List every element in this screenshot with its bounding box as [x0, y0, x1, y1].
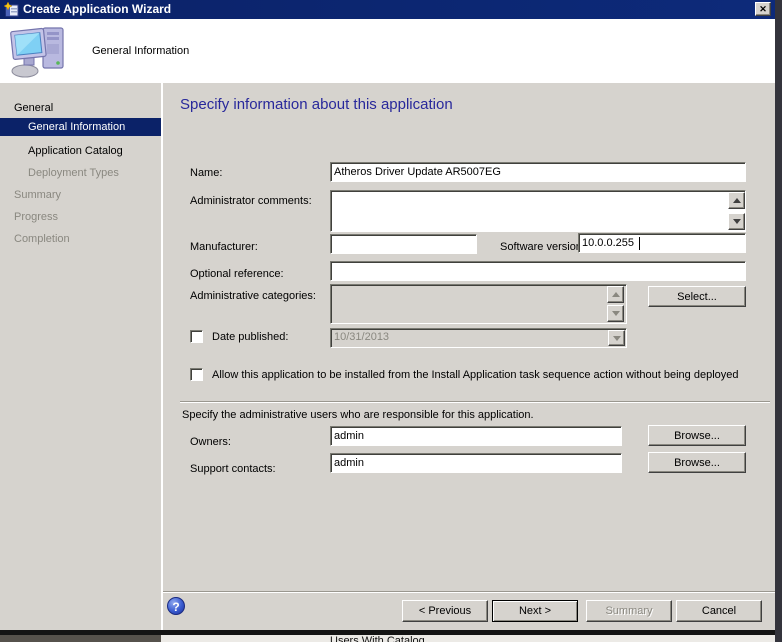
- chevron-down-icon: [608, 330, 625, 346]
- background-window-strip: Users With Catalog: [0, 635, 775, 642]
- summary-button: Summary: [586, 600, 672, 622]
- scroll-up-icon[interactable]: [728, 192, 745, 209]
- sidebar-item-general-information[interactable]: General Information: [0, 118, 161, 136]
- background-clipped-text: Users With Catalog: [330, 635, 425, 642]
- sidebar-item-application-catalog[interactable]: Application Catalog: [28, 142, 123, 160]
- titlebar[interactable]: Create Application Wizard ✕: [0, 0, 775, 19]
- date-published-checkbox[interactable]: [190, 330, 203, 343]
- previous-button[interactable]: < Previous: [402, 600, 488, 622]
- admin-categories-scrollbar: [607, 286, 624, 322]
- date-published-value: 10/31/2013: [334, 331, 389, 343]
- footer-divider: [163, 591, 775, 593]
- support-contacts-label: Support contacts:: [190, 463, 276, 475]
- sidebar-item-completion: Completion: [14, 230, 70, 248]
- create-application-wizard-dialog: Create Application Wizard ✕ General Info…: [0, 0, 782, 642]
- name-input[interactable]: [330, 162, 746, 182]
- wizard-header: General Information: [0, 19, 775, 83]
- text-caret: [639, 237, 640, 250]
- admin-comments-scrollbar[interactable]: [728, 192, 745, 230]
- sidebar-item-label: General Information: [28, 121, 125, 133]
- allow-install-label: Allow this application to be installed f…: [212, 369, 739, 381]
- sidebar-item-general[interactable]: General: [14, 99, 53, 117]
- manufacturer-input[interactable]: [330, 234, 477, 254]
- background-window-edge: [775, 0, 782, 642]
- page-heading: Specify information about this applicati…: [180, 96, 453, 113]
- main-form-panel: Specify information about this applicati…: [163, 83, 775, 630]
- next-button[interactable]: Next >: [492, 600, 578, 622]
- select-button[interactable]: Select...: [648, 286, 746, 307]
- help-question-icon[interactable]: ?: [167, 597, 185, 615]
- admin-comments-input[interactable]: [330, 190, 746, 232]
- admin-categories-label: Administrative categories:: [190, 290, 316, 302]
- support-contacts-input[interactable]: [330, 453, 622, 473]
- owners-label: Owners:: [190, 436, 231, 448]
- close-icon[interactable]: ✕: [755, 2, 771, 16]
- wizard-nav-sidebar: General General Information Application …: [0, 83, 161, 630]
- scroll-down-icon[interactable]: [728, 213, 745, 230]
- scroll-up-icon: [607, 286, 624, 303]
- sidebar-item-progress: Progress: [14, 208, 58, 226]
- allow-install-checkbox[interactable]: [190, 368, 203, 381]
- date-published-combo: 10/31/2013: [330, 328, 627, 348]
- sidebar-item-summary: Summary: [14, 186, 61, 204]
- admin-users-note: Specify the administrative users who are…: [182, 409, 534, 421]
- admin-categories-box: [330, 284, 627, 324]
- manufacturer-label: Manufacturer:: [190, 241, 258, 253]
- background-window-panel: [0, 635, 161, 642]
- cancel-button[interactable]: Cancel: [676, 600, 762, 622]
- name-label: Name:: [190, 167, 222, 179]
- section-divider: [180, 401, 770, 403]
- support-contacts-browse-button[interactable]: Browse...: [648, 452, 746, 473]
- software-version-input[interactable]: [578, 233, 746, 253]
- window-title: Create Application Wizard: [23, 2, 171, 16]
- date-published-label: Date published:: [212, 331, 288, 343]
- owners-browse-button[interactable]: Browse...: [648, 425, 746, 446]
- computer-icon: [10, 23, 68, 79]
- scroll-down-icon: [607, 305, 624, 322]
- optional-reference-label: Optional reference:: [190, 268, 284, 280]
- optional-reference-input[interactable]: [330, 261, 746, 281]
- wizard-icon: [4, 2, 19, 17]
- owners-input[interactable]: [330, 426, 622, 446]
- software-version-label: Software version:: [500, 241, 585, 253]
- sidebar-item-deployment-types: Deployment Types: [28, 164, 119, 182]
- admin-comments-label: Administrator comments:: [190, 195, 312, 207]
- page-title: General Information: [92, 45, 189, 57]
